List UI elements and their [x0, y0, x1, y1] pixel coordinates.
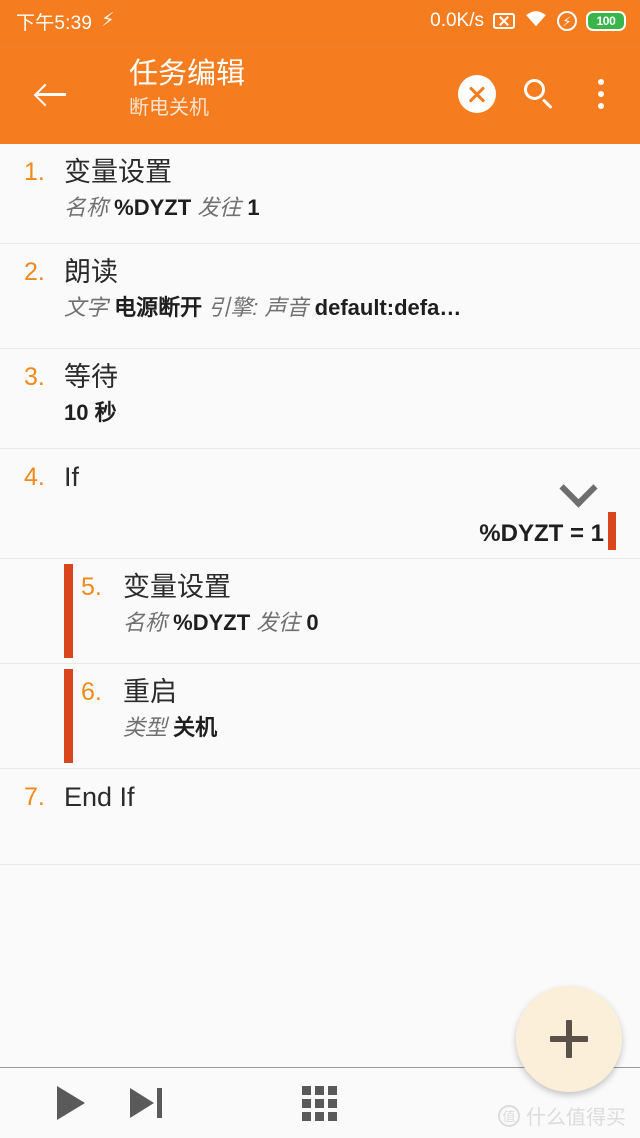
- action-name: 重启: [123, 677, 177, 707]
- action-description: 类型 关机: [123, 713, 616, 743]
- status-clock: 下午5:39: [16, 12, 93, 34]
- action-desc-value: %DYZT: [114, 195, 192, 220]
- action-row[interactable]: 3. 等待 10 秒: [0, 349, 640, 449]
- action-row-content: 7. End If: [24, 780, 616, 815]
- action-number: 6.: [81, 678, 102, 706]
- action-row[interactable]: 4. If %DYZT = 1: [0, 449, 640, 559]
- run-task-button[interactable]: [34, 1068, 108, 1138]
- close-circle-icon: [458, 75, 496, 113]
- action-description: 10 秒: [64, 398, 616, 428]
- action-list: 1. 变量设置 名称 %DYZT 发往 1 2. 朗读 文字 电源断开 引擎: 声音 de…: [0, 144, 640, 1138]
- close-button[interactable]: [446, 66, 508, 122]
- action-desc-value: 1: [247, 195, 260, 220]
- action-description: 文字 电源断开 引擎: 声音 default:defa…: [64, 293, 616, 323]
- wifi-icon: [524, 9, 548, 33]
- action-row-content: 5. 变量设置名称 %DYZT 发往 0: [24, 570, 616, 638]
- play-icon: [57, 1086, 85, 1120]
- back-arrow-icon: [35, 78, 67, 110]
- action-number: 4.: [24, 463, 45, 491]
- action-row[interactable]: 1. 变量设置名称 %DYZT 发往 1: [0, 144, 640, 244]
- action-name: 等待: [64, 362, 118, 392]
- action-name: If: [64, 462, 80, 492]
- action-desc-label: 发往: [256, 610, 301, 635]
- apps-grid-button[interactable]: [282, 1068, 356, 1138]
- action-row-content: 6. 重启类型 关机: [24, 675, 616, 743]
- app-bar-actions: [446, 66, 632, 122]
- overflow-menu-button[interactable]: [570, 66, 632, 122]
- action-desc-value: 关机: [173, 715, 218, 740]
- battery-icon: 100: [586, 11, 626, 31]
- action-desc-label: 引擎: 声音: [208, 295, 309, 320]
- action-desc-label: 名称: [123, 610, 168, 635]
- if-condition-text: %DYZT = 1: [479, 520, 604, 547]
- action-desc-value: 秒: [94, 400, 117, 425]
- page-title: 任务编辑: [129, 58, 246, 90]
- page-subtitle: 断电关机: [129, 97, 209, 119]
- step-run-button[interactable]: [110, 1068, 184, 1138]
- if-block-indent-bar: [64, 669, 73, 763]
- action-row[interactable]: 2. 朗读文字 电源断开 引擎: 声音 default:defa…: [0, 244, 640, 349]
- add-action-fab[interactable]: [516, 986, 622, 1092]
- action-row[interactable]: 6. 重启类型 关机: [0, 664, 640, 769]
- battery-level-text: 100: [596, 14, 616, 28]
- action-desc-label: 类型: [123, 715, 168, 740]
- action-row-content: 2. 朗读文字 电源断开 引擎: 声音 default:defa…: [24, 255, 616, 323]
- status-right-group: 0.0K/s ⚡ 100: [430, 9, 626, 33]
- chevron-down-icon[interactable]: [560, 475, 598, 497]
- search-button[interactable]: [508, 66, 570, 122]
- action-row-content: 1. 变量设置名称 %DYZT 发往 1: [24, 155, 616, 223]
- action-desc-value: 0: [306, 610, 319, 635]
- action-body: 朗读文字 电源断开 引擎: 声音 default:defa…: [64, 255, 616, 323]
- network-speed-text: 0.0K/s: [430, 10, 484, 31]
- action-body: End If: [64, 780, 616, 815]
- search-icon: [522, 77, 556, 111]
- if-block-indent-bar: [64, 564, 73, 658]
- action-desc-value: 电源断开: [114, 295, 203, 320]
- title-group: 任务编辑 断电关机: [129, 56, 245, 122]
- charging-bolt-icon: ⚡: [101, 9, 115, 31]
- action-row-content: 4. If: [24, 460, 616, 495]
- action-number: 2.: [24, 258, 45, 286]
- action-row-content: 3. 等待 10 秒: [24, 360, 616, 428]
- action-name: 变量设置: [64, 157, 172, 187]
- action-desc-value: 10: [64, 400, 89, 425]
- action-body: 重启类型 关机: [123, 675, 616, 743]
- action-number: 3.: [24, 363, 45, 391]
- action-number: 1.: [24, 158, 45, 186]
- action-body: If: [64, 460, 616, 495]
- no-sim-icon: [493, 13, 515, 29]
- action-desc-label: 文字: [64, 295, 109, 320]
- dnd-bolt-icon: ⚡: [557, 11, 577, 31]
- action-name: 朗读: [64, 257, 118, 287]
- back-button[interactable]: [20, 68, 82, 120]
- app-screen: 下午5:39 ⚡ 0.0K/s ⚡ 100 任务编辑 断电关机 1. 变量设置 …: [0, 0, 640, 1138]
- action-desc-value: %DYZT: [173, 610, 251, 635]
- action-desc-label: 发往: [197, 195, 242, 220]
- action-row[interactable]: 5. 变量设置名称 %DYZT 发往 0: [0, 559, 640, 664]
- play-to-end-icon: [130, 1086, 164, 1120]
- action-body: 变量设置名称 %DYZT 发往 0: [123, 570, 616, 638]
- overflow-menu-icon: [597, 77, 605, 111]
- action-row[interactable]: 7. End If: [0, 769, 640, 865]
- app-bar: 任务编辑 断电关机: [0, 42, 640, 144]
- action-number: 5.: [81, 573, 102, 601]
- action-desc-label: 名称: [64, 195, 109, 220]
- condition-marker-bar: [608, 512, 616, 550]
- action-description: 名称 %DYZT 发往 1: [64, 193, 616, 223]
- action-body: 变量设置名称 %DYZT 发往 1: [64, 155, 616, 223]
- action-desc-value: default:defa…: [314, 295, 462, 320]
- action-name: End If: [64, 782, 135, 812]
- action-number: 7.: [24, 783, 45, 811]
- plus-icon: [550, 1020, 588, 1058]
- action-description: 名称 %DYZT 发往 0: [123, 608, 616, 638]
- status-bar: 下午5:39 ⚡ 0.0K/s ⚡ 100: [0, 0, 640, 42]
- grid-apps-icon: [302, 1086, 337, 1121]
- action-body: 等待 10 秒: [64, 360, 616, 428]
- action-name: 变量设置: [123, 572, 231, 602]
